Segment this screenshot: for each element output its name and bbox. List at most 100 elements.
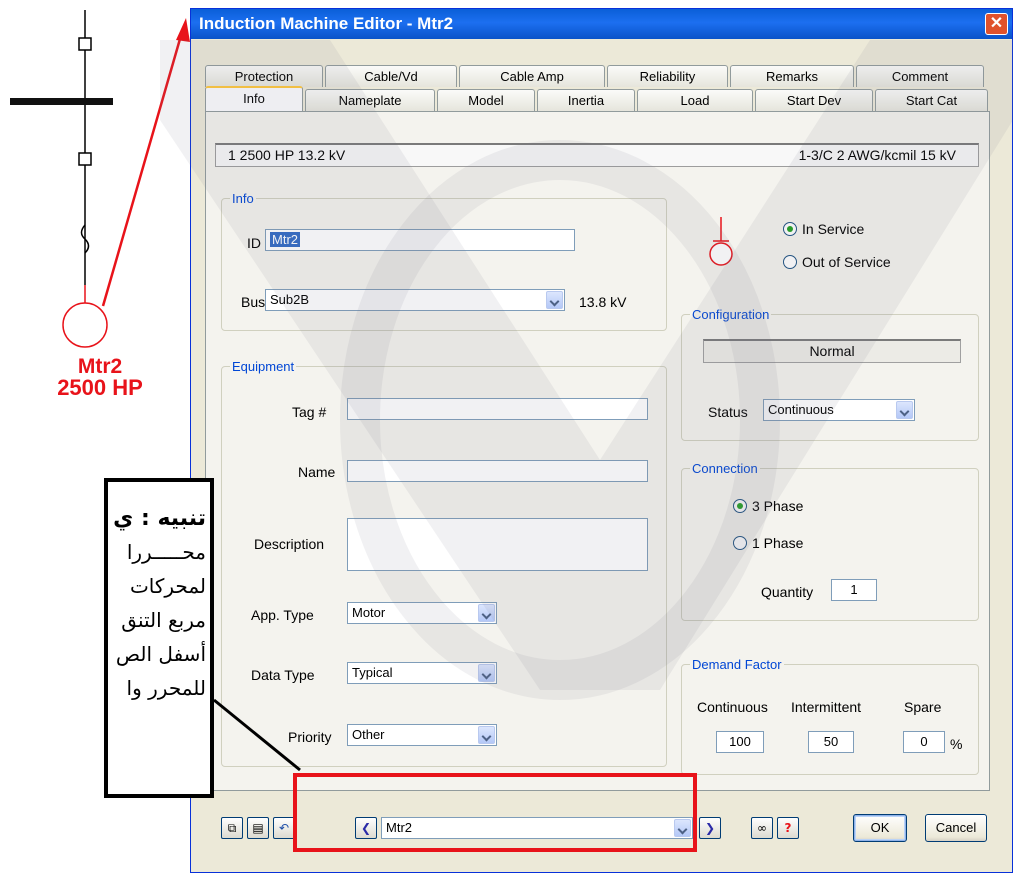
title-bar: Induction Machine Editor - Mtr2 ✕ <box>191 9 1012 39</box>
note-line: مربع التنق <box>121 608 206 632</box>
tag-label: Tag # <box>292 404 327 420</box>
tab-remarks[interactable]: Remarks <box>730 65 854 87</box>
id-field[interactable]: Mtr2 <box>265 229 575 251</box>
undo-icon: ↶ <box>278 821 290 835</box>
app-type-label: App. Type <box>251 607 314 623</box>
out-of-service-label: Out of Service <box>802 254 891 270</box>
undo-button[interactable]: ↶ <box>273 817 295 839</box>
next-button[interactable]: ❯ <box>699 817 721 839</box>
note-line: محـــــررا <box>126 540 206 564</box>
motor-status-icon <box>709 217 733 266</box>
chevron-down-icon[interactable] <box>546 291 563 309</box>
close-icon: ✕ <box>989 15 1004 32</box>
continuous-field[interactable]: 100 <box>716 731 764 753</box>
arabic-note-callout: تنبيه : ي محـــــررا لمحركات مربع التنق … <box>104 478 214 798</box>
bus-bar <box>10 98 113 105</box>
in-service-radio[interactable] <box>783 222 797 236</box>
connection-group: Connection <box>681 461 979 621</box>
data-type-value: Typical <box>352 665 393 680</box>
note-line: لمحركات <box>129 574 206 598</box>
info-group-legend: Info <box>232 191 254 206</box>
tab-inertia[interactable]: Inertia <box>537 89 635 111</box>
app-type-select[interactable]: Motor <box>347 602 497 624</box>
summary-strip: 1 2500 HP 13.2 kV 1-3/C 2 AWG/kcmil 15 k… <box>215 143 979 167</box>
description-label: Description <box>254 536 325 552</box>
motor-rating-label: 2500 HP <box>57 375 143 400</box>
note-title: تنبيه : ي <box>113 506 206 531</box>
chevron-down-icon[interactable] <box>478 726 495 744</box>
one-phase-label: 1 Phase <box>752 535 804 551</box>
continuous-label: Continuous <box>697 699 768 715</box>
spare-label: Spare <box>904 699 942 715</box>
configuration-value: Normal <box>703 339 961 363</box>
tab-start-dev[interactable]: Start Dev <box>755 89 873 111</box>
find-button[interactable]: ∞ <box>751 817 773 839</box>
help-button[interactable]: ? <box>777 817 799 839</box>
chevron-right-icon: ❯ <box>704 821 716 835</box>
tag-field[interactable] <box>347 398 648 420</box>
name-label: Name <box>298 464 336 480</box>
element-navigator-highlight <box>293 773 697 852</box>
breaker-upper <box>78 37 92 51</box>
id-label: ID <box>247 235 261 251</box>
summary-motor: 1 2500 HP 13.2 kV <box>228 147 346 163</box>
quantity-field[interactable]: 1 <box>831 579 877 601</box>
note-line: أسفل الص <box>115 642 206 666</box>
priority-label: Priority <box>288 729 332 745</box>
quantity-label: Quantity <box>761 584 814 600</box>
status-label: Status <box>708 404 748 420</box>
tab-row-back: Protection Cable/Vd Cable Amp Reliabilit… <box>205 65 990 87</box>
demand-factor-legend: Demand Factor <box>692 657 782 672</box>
tab-reliability[interactable]: Reliability <box>607 65 728 87</box>
tab-comment[interactable]: Comment <box>856 65 984 87</box>
copy-button[interactable]: ⧉ <box>221 817 243 839</box>
bus-value: Sub2B <box>270 292 310 307</box>
breaker-lower <box>78 152 92 166</box>
chevron-down-icon[interactable] <box>478 664 495 682</box>
tab-start-cat[interactable]: Start Cat <box>875 89 988 111</box>
data-type-label: Data Type <box>251 667 315 683</box>
tab-cable-amp[interactable]: Cable Amp <box>459 65 605 87</box>
tab-nameplate[interactable]: Nameplate <box>305 89 435 111</box>
spare-field[interactable]: 0 <box>903 731 945 753</box>
tab-row-front: Info Nameplate Model Inertia Load Start … <box>205 86 990 111</box>
bus-select[interactable]: Sub2B <box>265 289 565 311</box>
paste-button[interactable]: ▤ <box>247 817 269 839</box>
priority-select[interactable]: Other <box>347 724 497 746</box>
data-type-select[interactable]: Typical <box>347 662 497 684</box>
bus-label: Bus <box>241 294 266 310</box>
status-select[interactable]: Continuous <box>763 399 915 421</box>
induction-machine-editor-dialog: Induction Machine Editor - Mtr2 ✕ Protec… <box>190 8 1013 873</box>
copy-icon: ⧉ <box>227 821 237 835</box>
ok-button[interactable]: OK <box>853 814 907 842</box>
paste-icon: ▤ <box>252 821 264 835</box>
name-field[interactable] <box>347 460 648 482</box>
three-phase-label: 3 Phase <box>752 498 804 514</box>
binoculars-icon: ∞ <box>757 821 767 835</box>
in-service-label: In Service <box>802 221 865 237</box>
tab-cable-vd[interactable]: Cable/Vd <box>325 65 457 87</box>
out-of-service-radio[interactable] <box>783 255 797 269</box>
priority-value: Other <box>352 727 385 742</box>
intermittent-label: Intermittent <box>791 699 862 715</box>
one-phase-radio[interactable] <box>733 536 747 550</box>
tab-load[interactable]: Load <box>637 89 753 111</box>
spare-unit: % <box>950 736 963 752</box>
window-title: Induction Machine Editor - Mtr2 <box>199 14 454 33</box>
pointer-arrow <box>101 31 184 307</box>
app-type-value: Motor <box>352 605 386 620</box>
three-phase-radio[interactable] <box>733 499 747 513</box>
description-field[interactable] <box>347 518 648 571</box>
cancel-button[interactable]: Cancel <box>925 814 987 842</box>
note-line: للمحرر وا <box>126 676 206 700</box>
id-value: Mtr2 <box>270 232 300 247</box>
tab-protection[interactable]: Protection <box>205 65 323 87</box>
help-icon: ? <box>784 821 792 835</box>
tab-info[interactable]: Info <box>205 86 303 111</box>
close-button[interactable]: ✕ <box>985 13 1008 35</box>
chevron-down-icon[interactable] <box>896 401 913 419</box>
status-value: Continuous <box>768 402 834 417</box>
chevron-down-icon[interactable] <box>478 604 495 622</box>
tab-model[interactable]: Model <box>437 89 535 111</box>
intermittent-field[interactable]: 50 <box>808 731 854 753</box>
